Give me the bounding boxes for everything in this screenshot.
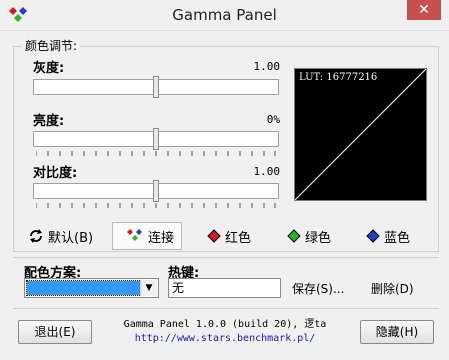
- red-channel-button[interactable]: 红色: [207, 222, 257, 250]
- chevron-down-icon[interactable]: ▼: [140, 280, 157, 296]
- contrast-slider-thumb[interactable]: [153, 180, 159, 202]
- link-icon: [127, 229, 142, 241]
- lut-curve: [295, 69, 426, 200]
- save-button[interactable]: 保存(S)...: [292, 280, 344, 297]
- window-title: Gamma Panel: [172, 6, 277, 24]
- footer-info: Gamma Panel 1.0.0 (build 20), 逻ta http:/…: [110, 318, 340, 346]
- blue-channel-button[interactable]: 蓝色: [366, 222, 416, 250]
- refresh-icon: [30, 229, 42, 243]
- contrast-value: 1.00: [253, 165, 281, 178]
- red-label: 红色: [225, 230, 252, 246]
- group-label: 颜色调节:: [22, 37, 81, 54]
- exit-button[interactable]: 退出(E): [18, 320, 92, 344]
- title-bar[interactable]: Gamma Panel ✕: [0, 0, 449, 31]
- green-channel-button[interactable]: 绿色: [287, 222, 337, 250]
- footer-link[interactable]: http://www.stars.benchmark.pl/: [110, 332, 340, 346]
- link-label: 连接: [148, 230, 175, 246]
- green-diamond-icon: [287, 229, 301, 243]
- contrast-ticks: [36, 203, 276, 208]
- default-label: 默认(B): [48, 230, 94, 246]
- divider-bottom: [13, 308, 439, 309]
- delete-button[interactable]: 删除(D): [371, 280, 414, 297]
- green-label: 绿色: [305, 230, 332, 246]
- contrast-label: 对比度:: [33, 166, 78, 181]
- lut-preview: LUT: 16777216: [294, 68, 427, 201]
- scheme-select[interactable]: ▼: [24, 278, 159, 298]
- default-button[interactable]: 默认(B): [28, 222, 102, 250]
- brightness-ticks: [36, 151, 276, 156]
- brightness-value: 0%: [266, 113, 280, 126]
- divider: [13, 257, 439, 258]
- blue-label: 蓝色: [384, 230, 411, 246]
- hide-button[interactable]: 隐藏(H): [360, 320, 434, 344]
- footer-version: Gamma Panel 1.0.0 (build 20), 逻ta: [123, 319, 327, 330]
- scheme-selected-value: [26, 280, 142, 296]
- close-button[interactable]: ✕: [407, 0, 441, 20]
- brightness-label: 亮度:: [33, 114, 65, 129]
- gamma-slider-thumb[interactable]: [153, 76, 159, 98]
- gamma-label: 灰度:: [33, 61, 65, 76]
- gamma-value: 1.00: [253, 60, 281, 73]
- link-button[interactable]: 连接: [112, 222, 182, 250]
- hotkey-input[interactable]: 无: [168, 278, 281, 298]
- blue-diamond-icon: [366, 229, 380, 243]
- brightness-slider-thumb[interactable]: [153, 128, 159, 150]
- red-diamond-icon: [207, 229, 221, 243]
